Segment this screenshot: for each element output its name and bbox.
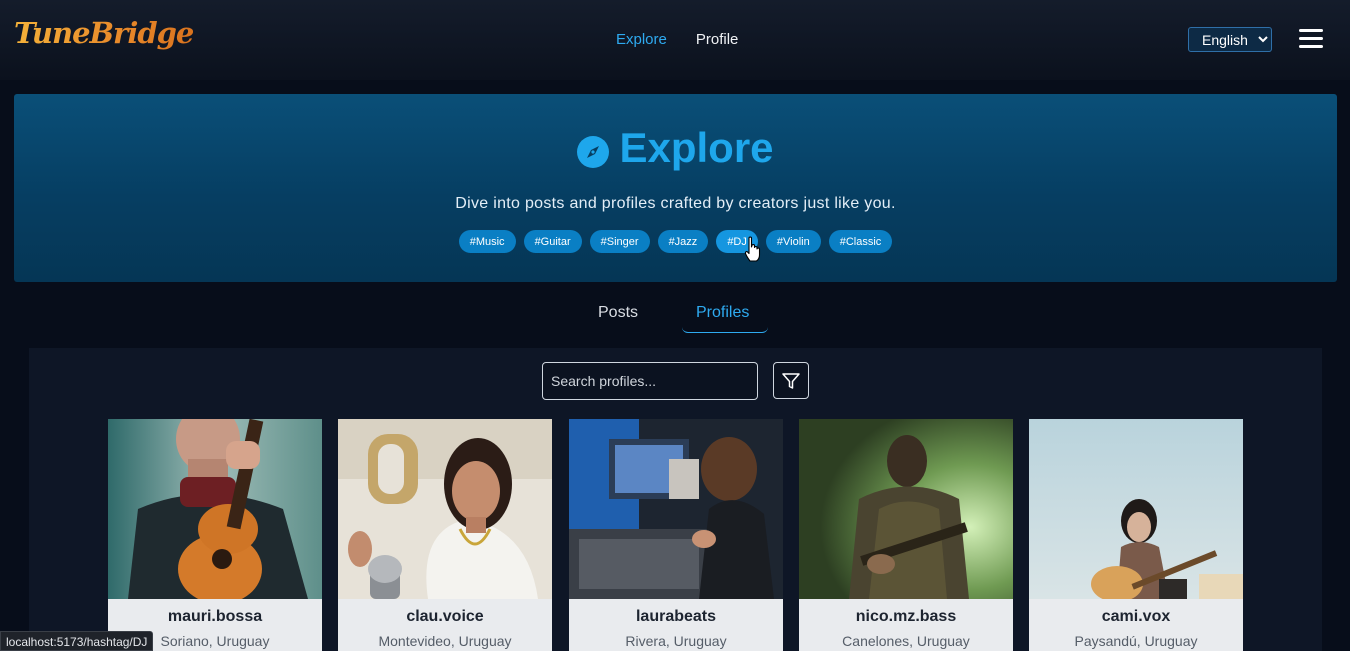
profile-photo <box>108 419 322 599</box>
hashtag-singer[interactable]: #Singer <box>589 230 650 253</box>
profile-location: Canelones, Uruguay <box>842 633 970 649</box>
hero-title-row: Explore <box>14 124 1337 172</box>
page-title: Explore <box>619 124 774 171</box>
hashtag-classic[interactable]: #Classic <box>828 230 893 253</box>
nav-profile-link[interactable]: Profile <box>696 31 739 48</box>
profile-name: laurabeats <box>635 608 717 625</box>
explore-hero: Explore Dive into posts and profiles cra… <box>14 94 1337 282</box>
hamburger-menu-icon[interactable] <box>1299 29 1323 49</box>
hand-pointer-icon <box>744 236 761 262</box>
hero-subtitle: Dive into posts and profiles crafted by … <box>455 195 896 212</box>
profile-location: Rivera, Uruguay <box>625 633 727 649</box>
hashtag-guitar[interactable]: #Guitar <box>523 230 582 253</box>
profile-card[interactable]: laurabeats Rivera, Uruguay <box>569 419 783 651</box>
language-select[interactable]: English <box>1188 27 1272 52</box>
hashtag-violin[interactable]: #Violin <box>765 230 821 253</box>
status-bar-url: localhost:5173/hashtag/DJ <box>0 631 154 651</box>
nav-links: Explore Profile <box>616 31 738 48</box>
profile-photo <box>338 419 552 599</box>
tab-posts[interactable]: Posts <box>598 304 638 322</box>
profile-photo <box>1029 419 1243 599</box>
profile-name: mauri.bossa <box>167 608 263 625</box>
hashtag-jazz[interactable]: #Jazz <box>657 230 709 253</box>
compass-icon <box>577 136 610 168</box>
profile-card[interactable]: clau.voice Montevideo, Uruguay <box>338 419 552 651</box>
profile-name: cami.vox <box>1101 608 1171 625</box>
hashtag-list: #Music #Guitar #Singer #Jazz #DJ #Violin… <box>14 230 1337 253</box>
profile-card[interactable]: mauri.bossa Soriano, Uruguay <box>108 419 322 651</box>
profile-photo <box>799 419 1013 599</box>
profile-location: Paysandú, Uruguay <box>1074 633 1198 649</box>
profile-card[interactable]: nico.mz.bass Canelones, Uruguay <box>799 419 1013 651</box>
profile-photo <box>569 419 783 599</box>
nav-explore-link[interactable]: Explore <box>616 31 667 48</box>
tunebridge-logo[interactable]: TuneBridge <box>14 16 194 50</box>
filter-button[interactable] <box>773 362 809 399</box>
hashtag-music[interactable]: #Music <box>458 230 516 253</box>
profile-name: clau.voice <box>406 608 484 625</box>
profile-card[interactable]: cami.vox Paysandú, Uruguay <box>1029 419 1243 651</box>
profile-location: Montevideo, Uruguay <box>378 633 512 649</box>
tab-profiles[interactable]: Profiles <box>696 304 749 322</box>
filter-icon <box>782 372 800 389</box>
navbar: TuneBridge Explore Profile English <box>0 0 1350 80</box>
search-profiles-input[interactable] <box>542 362 758 400</box>
profile-name: nico.mz.bass <box>855 608 957 625</box>
